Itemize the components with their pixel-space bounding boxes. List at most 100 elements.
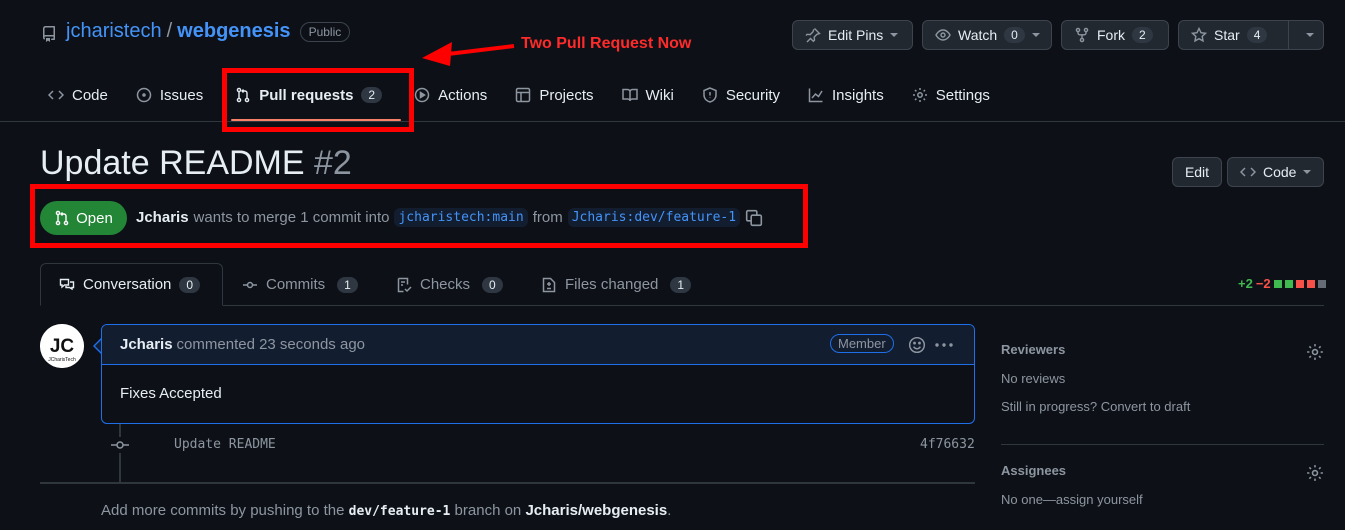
tab-commits[interactable]: Commits 1: [224, 263, 376, 306]
timeline-divider: [40, 482, 975, 484]
push-hint-repo-owner[interactable]: Jcharis: [525, 502, 578, 519]
commit-message-link[interactable]: Update README: [174, 437, 276, 452]
timeline-line: [119, 424, 121, 482]
repo-name-link[interactable]: webgenesis: [177, 20, 290, 43]
annotation-arrow-icon: [420, 38, 516, 70]
button-divider: [1288, 21, 1290, 49]
chevron-down-icon: [890, 33, 899, 37]
comment-body: Fixes Accepted: [120, 385, 222, 402]
commit-sha-link[interactable]: 4f76632: [920, 437, 975, 452]
sidebar-divider: [1001, 444, 1324, 445]
repo-owner-link[interactable]: jcharistech: [66, 20, 162, 43]
code-dropdown-label: Code: [1263, 164, 1297, 180]
chevron-down-icon: [1031, 33, 1040, 37]
merge-summary: Jcharis wants to merge 1 commit into jch…: [136, 208, 763, 227]
star-button[interactable]: Star 4: [1178, 20, 1324, 50]
fork-label: Fork: [1097, 27, 1125, 43]
conversation-count: 0: [179, 276, 201, 293]
issue-icon: [136, 87, 152, 103]
edit-title-button[interactable]: Edit: [1172, 157, 1222, 187]
comment-meta[interactable]: commented 23 seconds ago: [177, 336, 365, 353]
push-hint-middle: branch on: [454, 502, 522, 519]
kebab-horizontal-icon[interactable]: [934, 337, 954, 353]
edit-title-label: Edit: [1184, 164, 1210, 180]
base-branch[interactable]: jcharistech:main: [394, 208, 528, 227]
shield-icon: [702, 87, 718, 103]
pr-title-text: Update README: [40, 144, 305, 182]
tab-wiki[interactable]: Wiki: [614, 78, 682, 112]
star-dropdown[interactable]: [1296, 33, 1323, 37]
header-divider: [0, 121, 1345, 122]
avatar[interactable]: JC JCharisTech: [40, 324, 84, 368]
tab-checks[interactable]: Checks 0: [378, 263, 521, 306]
avatar-caption: JCharisTech: [48, 357, 76, 363]
annotation-text: Two Pull Request Now: [521, 35, 692, 52]
comment-author-link[interactable]: Jcharis: [120, 336, 173, 353]
push-hint: Add more commits by pushing to the dev/f…: [101, 502, 671, 519]
highlight-box-pull-requests: [222, 68, 414, 132]
push-hint-repo-name[interactable]: webgenesis: [582, 502, 667, 519]
code-icon: [1240, 164, 1256, 180]
tab-code[interactable]: Code: [40, 78, 116, 112]
edit-pins-label: Edit Pins: [828, 27, 884, 43]
tab-projects[interactable]: Projects: [507, 78, 601, 112]
tab-actions-label: Actions: [438, 86, 488, 104]
commits-count: 1: [337, 276, 358, 293]
tab-files-changed[interactable]: Files changed 1: [523, 263, 709, 306]
diffstat-block: [1284, 279, 1293, 288]
tab-security[interactable]: Security: [694, 78, 788, 112]
member-badge: Member: [830, 334, 894, 353]
tab-actions[interactable]: Actions: [406, 78, 495, 112]
watch-count: 0: [1004, 27, 1025, 43]
comment-header: Jcharis commented 23 seconds ago Member: [102, 325, 974, 365]
code-icon: [48, 87, 64, 103]
diffstat: +2 −2: [1238, 276, 1326, 291]
fork-icon: [1074, 27, 1090, 43]
git-commit-icon: [242, 277, 258, 293]
assign-yourself-link[interactable]: No one—assign yourself: [1001, 492, 1143, 507]
visibility-badge: Public: [299, 21, 351, 42]
checklist-icon: [396, 277, 412, 293]
chevron-down-icon: [1303, 170, 1312, 174]
push-hint-prefix: Add more commits by pushing to the: [101, 502, 345, 519]
tab-security-label: Security: [725, 86, 781, 104]
tab-code-label: Code: [72, 86, 108, 104]
code-dropdown-button[interactable]: Code: [1227, 157, 1324, 187]
reviewers-status: No reviews: [1001, 371, 1066, 386]
tab-projects-label: Projects: [539, 86, 594, 104]
tab-insights[interactable]: Insights: [800, 78, 892, 112]
tab-commits-label: Commits: [266, 276, 326, 293]
repo-title: jcharistech / webgenesis Public: [66, 20, 351, 43]
files-changed-count: 1: [670, 276, 692, 293]
edit-pins-button[interactable]: Edit Pins: [792, 20, 913, 50]
star-count: 4: [1246, 27, 1268, 43]
pin-icon: [805, 27, 821, 43]
watch-button[interactable]: Watch 0: [922, 20, 1052, 50]
fork-button[interactable]: Fork 2: [1061, 20, 1169, 50]
gear-icon[interactable]: [1306, 464, 1324, 482]
chevron-down-icon: [1305, 33, 1314, 37]
tab-conversation[interactable]: Conversation 0: [40, 263, 223, 306]
smiley-icon[interactable]: [908, 336, 926, 354]
gear-icon[interactable]: [1306, 343, 1324, 361]
reviewers-heading[interactable]: Reviewers: [1001, 342, 1065, 357]
pr-author-link[interactable]: Jcharis: [136, 209, 189, 226]
tab-settings[interactable]: Settings: [904, 78, 998, 112]
star-label: Star: [1214, 27, 1240, 43]
tab-issues[interactable]: Issues: [128, 78, 211, 112]
push-hint-end: .: [667, 502, 672, 519]
diffstat-block: [1273, 279, 1282, 288]
convert-to-draft-link[interactable]: Still in progress? Convert to draft: [1001, 399, 1190, 414]
assignees-heading[interactable]: Assignees: [1001, 463, 1066, 478]
comment-discussion-icon: [59, 277, 75, 293]
diffstat-deletions: −2: [1255, 276, 1271, 291]
tab-conversation-label: Conversation: [83, 276, 172, 293]
copy-icon[interactable]: [745, 209, 763, 227]
file-diff-icon: [541, 277, 557, 293]
head-branch[interactable]: Jcharis:dev/feature-1: [567, 208, 741, 227]
git-commit-icon: [111, 437, 129, 453]
tab-files-changed-label: Files changed: [565, 276, 659, 293]
tab-wiki-label: Wiki: [645, 86, 674, 104]
repo-separator: /: [166, 20, 173, 42]
comment-card: Jcharis commented 23 seconds ago Member …: [101, 324, 975, 424]
